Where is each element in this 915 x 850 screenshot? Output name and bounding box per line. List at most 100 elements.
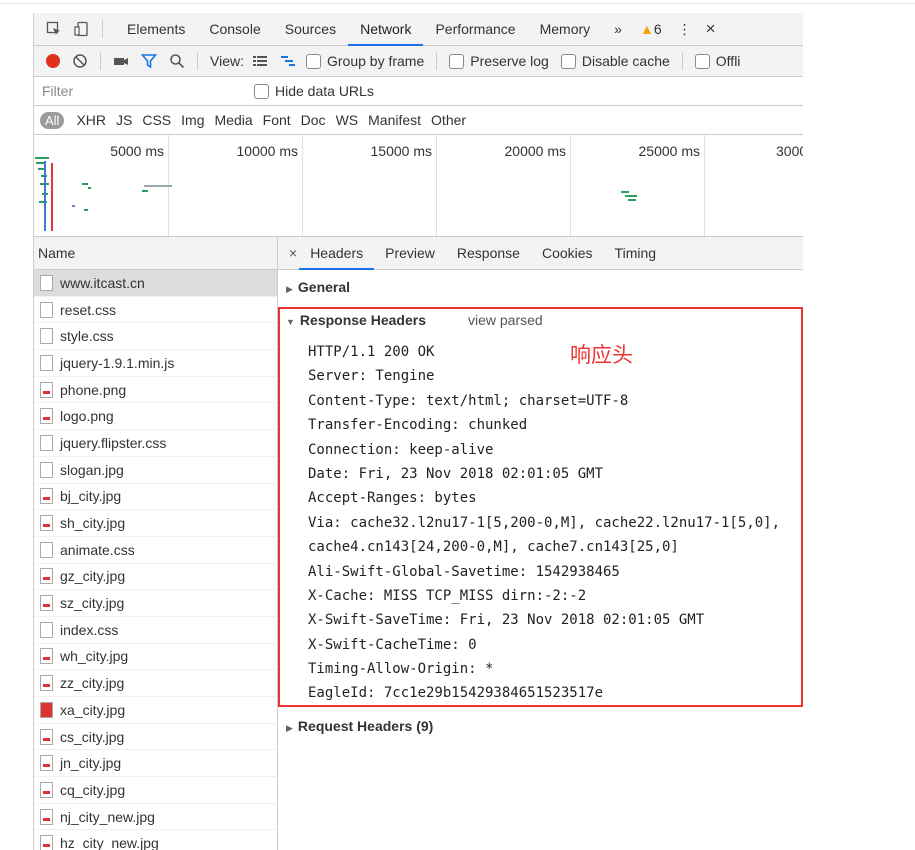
response-headers-toggle[interactable]: ▼ Response Headers — [286, 312, 426, 328]
request-row[interactable]: cq_city.jpg — [34, 777, 277, 804]
toolbar-divider — [681, 52, 683, 70]
warnings-counter[interactable]: ▲6 — [640, 21, 662, 37]
group-by-frame-option[interactable]: Group by frame — [305, 53, 424, 70]
inspect-element-icon[interactable] — [46, 21, 62, 37]
close-devtools-button[interactable]: × — [704, 13, 728, 45]
large-rows-icon[interactable] — [252, 53, 268, 69]
request-row[interactable]: nj_city_new.jpg — [34, 804, 277, 831]
expand-triangle-icon: ▶ — [286, 723, 293, 733]
request-row[interactable]: jn_city.jpg — [34, 750, 277, 778]
request-row[interactable]: sh_city.jpg — [34, 510, 277, 537]
hide-data-urls-option[interactable]: Hide data URLs — [254, 83, 374, 100]
more-tabs-button[interactable]: » — [602, 13, 634, 45]
close-details-button[interactable]: × — [289, 245, 297, 261]
timeline-request-bar — [72, 205, 75, 207]
request-row[interactable]: wh_city.jpg — [34, 644, 277, 671]
general-section-toggle[interactable]: ▶ General — [278, 279, 350, 295]
devtools-panel: Elements Console Sources Network Perform… — [33, 13, 803, 850]
hide-data-urls-checkbox[interactable] — [254, 84, 269, 100]
tab-console[interactable]: Console — [197, 13, 272, 45]
tab-preview[interactable]: Preview — [374, 237, 446, 269]
device-toolbar-icon[interactable] — [74, 21, 90, 37]
request-row[interactable]: animate.css — [34, 537, 277, 564]
toolbar-divider — [436, 52, 438, 70]
request-row[interactable]: hz_city_new.jpg — [34, 830, 277, 850]
request-name: bj_city.jpg — [60, 488, 122, 505]
tab-response[interactable]: Response — [446, 237, 531, 269]
clear-icon[interactable] — [72, 53, 88, 69]
type-doc-button[interactable]: Doc — [301, 112, 326, 128]
toolbar-divider — [197, 52, 198, 70]
request-name: cq_city.jpg — [60, 781, 126, 798]
type-ws-button[interactable]: WS — [336, 112, 359, 128]
type-other-button[interactable]: Other — [431, 112, 466, 128]
filter-icon[interactable] — [140, 53, 158, 69]
tab-network[interactable]: Network — [348, 13, 424, 46]
request-row[interactable]: phone.png — [34, 377, 277, 404]
image-file-icon — [40, 781, 53, 798]
tab-headers[interactable]: Headers — [299, 237, 375, 270]
hide-data-urls-label: Hide data URLs — [275, 82, 374, 99]
request-row[interactable]: cs_city.jpg — [34, 724, 277, 751]
page-top-divider — [0, 3, 915, 4]
request-row[interactable]: sz_city.jpg — [34, 590, 277, 617]
name-column-header[interactable]: Name — [34, 237, 277, 270]
request-row[interactable]: index.css — [34, 617, 277, 644]
waterfall-icon[interactable] — [280, 53, 296, 69]
request-name: style.css — [60, 328, 114, 345]
offline-option[interactable]: Offli — [694, 53, 740, 70]
request-row[interactable]: style.css — [34, 323, 277, 351]
type-img-button[interactable]: Img — [181, 112, 204, 128]
request-name: jquery.flipster.css — [60, 434, 167, 451]
request-list: Name www.itcast.cn reset.css style.css jque… — [34, 237, 278, 850]
type-manifest-button[interactable]: Manifest — [368, 112, 421, 128]
preserve-log-option[interactable]: Preserve log — [449, 53, 549, 70]
tab-sources[interactable]: Sources — [273, 13, 348, 45]
request-row[interactable]: xa_city.jpg — [34, 697, 277, 724]
response-headers-title: Response Headers — [299, 312, 426, 328]
request-row[interactable]: bj_city.jpg — [34, 484, 277, 511]
type-js-button[interactable]: JS — [116, 112, 132, 128]
network-toolbar: View: Group by frame Preserve log Disabl… — [34, 46, 803, 77]
request-row[interactable]: www.itcast.cn — [34, 270, 277, 297]
request-row[interactable]: slogan.jpg — [34, 457, 277, 484]
view-parsed-link[interactable]: view parsed — [468, 312, 543, 328]
tab-performance[interactable]: Performance — [423, 13, 527, 45]
devtools-menu-button[interactable]: ⋮ — [666, 13, 704, 45]
filter-row: Hide data URLs — [34, 77, 803, 106]
tab-timing[interactable]: Timing — [604, 237, 668, 269]
request-name: jquery-1.9.1.min.js — [60, 354, 175, 371]
type-all-button[interactable]: All — [40, 111, 65, 129]
offline-checkbox[interactable] — [694, 54, 710, 70]
preserve-log-checkbox[interactable] — [449, 54, 465, 70]
disable-cache-option[interactable]: Disable cache — [560, 53, 670, 70]
request-name: jn_city.jpg — [60, 755, 122, 772]
response-header-line: cache4.cn143[24,200-0,M], cache7.cn143[2… — [308, 539, 679, 556]
request-row[interactable]: jquery.flipster.css — [34, 430, 277, 457]
tab-memory[interactable]: Memory — [528, 13, 603, 45]
type-xhr-button[interactable]: XHR — [76, 112, 106, 128]
timeline-tick — [570, 135, 571, 236]
tab-cookies[interactable]: Cookies — [531, 237, 604, 269]
timeline-request-bar — [142, 190, 148, 192]
response-headers-section: ▼ Response Headers view parsed 响应头 HTTP/1… — [278, 307, 803, 707]
request-row[interactable]: gz_city.jpg — [34, 564, 277, 591]
request-row[interactable]: logo.png — [34, 403, 277, 431]
timeline-overview[interactable]: 5000 ms 10000 ms 15000 ms 20000 ms 25000… — [34, 135, 803, 237]
search-icon[interactable] — [169, 53, 185, 69]
request-row[interactable]: jquery-1.9.1.min.js — [34, 350, 277, 377]
record-button[interactable] — [46, 54, 60, 68]
request-headers-toggle[interactable]: ▶ Request Headers (9) — [278, 718, 433, 734]
request-row[interactable]: reset.css — [34, 297, 277, 324]
disable-cache-checkbox[interactable] — [560, 54, 576, 70]
group-by-frame-checkbox[interactable] — [305, 54, 321, 70]
request-row[interactable]: zz_city.jpg — [34, 670, 277, 697]
type-media-button[interactable]: Media — [215, 112, 253, 128]
image-file-icon — [40, 488, 53, 505]
tab-elements[interactable]: Elements — [115, 13, 197, 45]
capture-screenshots-icon[interactable] — [113, 53, 129, 69]
filter-input[interactable] — [40, 82, 234, 100]
resource-type-filter: All XHR JS CSS Img Media Font Doc WS Man… — [34, 106, 803, 135]
type-font-button[interactable]: Font — [263, 112, 291, 128]
type-css-button[interactable]: CSS — [142, 112, 171, 128]
